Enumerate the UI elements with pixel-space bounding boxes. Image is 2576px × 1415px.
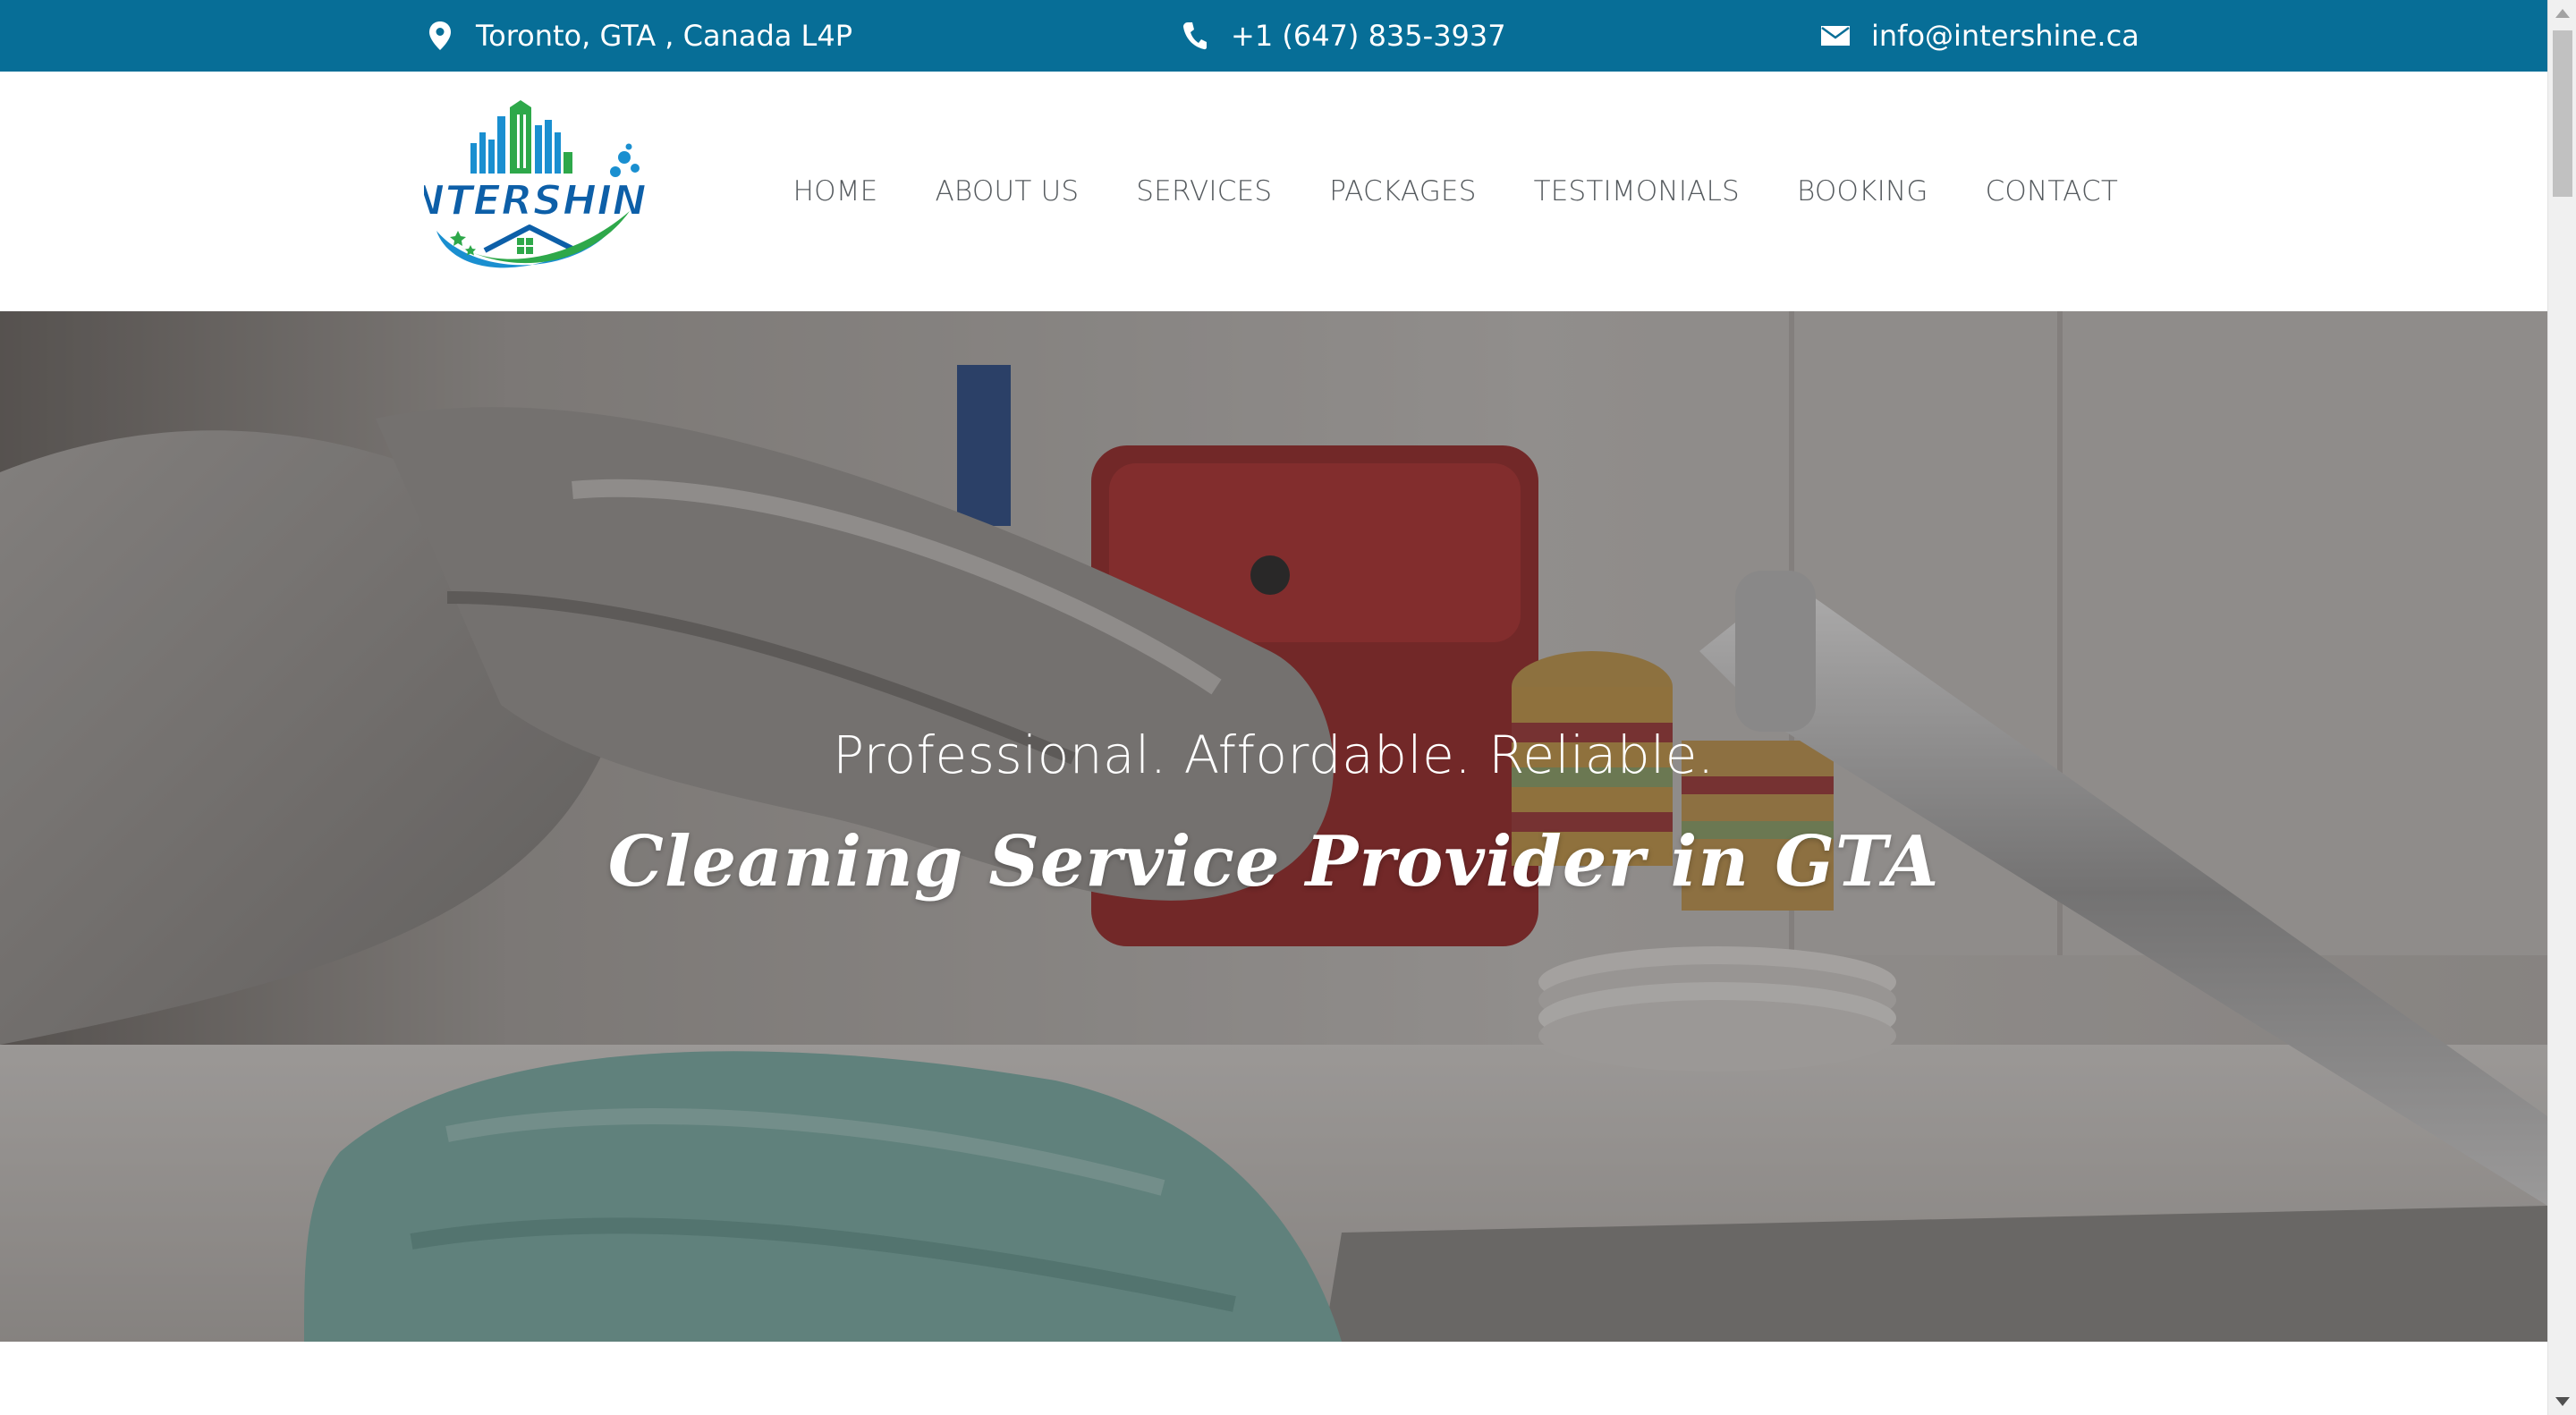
top-info-bar: Toronto, GTA , Canada L4P +1 (647) 835-3…: [0, 0, 2547, 72]
intershine-logo[interactable]: INTERSHINE: [394, 97, 675, 284]
location-info: Toronto, GTA , Canada L4P: [422, 0, 852, 72]
map-pin-icon: [422, 18, 458, 54]
nav-packages[interactable]: PACKAGES: [1329, 175, 1476, 208]
scroll-up-arrow-icon[interactable]: [2555, 9, 2570, 18]
page-scrollbar[interactable]: [2547, 0, 2576, 1415]
logo-wordmark: INTERSHINE: [424, 176, 646, 225]
phone-icon: [1177, 18, 1213, 54]
nav-testimonials[interactable]: TESTIMONIALS: [1534, 175, 1740, 208]
main-nav: HOME ABOUT US SERVICES PACKAGES TESTIMON…: [793, 72, 2118, 311]
content-section-top: [0, 1342, 2547, 1415]
envelope-icon: [1818, 18, 1853, 54]
nav-contact[interactable]: CONTACT: [1986, 175, 2118, 208]
phone-info[interactable]: +1 (647) 835-3937: [1177, 0, 1506, 72]
nav-about-us[interactable]: ABOUT US: [935, 175, 1079, 208]
scroll-thumb[interactable]: [2553, 30, 2572, 197]
email-address[interactable]: info@intershine.ca: [1871, 19, 2140, 53]
site-header: INTERSHINE HOME ABOUT US SERVICES PACKAG…: [0, 72, 2547, 311]
hero-tagline: Professional. Affordable. Reliable.: [833, 724, 1715, 785]
hero-heading: Cleaning Service Provider in GTA: [607, 821, 1940, 902]
email-info[interactable]: info@intershine.ca: [1818, 0, 2140, 72]
location-text: Toronto, GTA , Canada L4P: [476, 19, 853, 53]
nav-services[interactable]: SERVICES: [1136, 175, 1272, 208]
scroll-down-arrow-icon[interactable]: [2555, 1397, 2570, 1406]
page: Toronto, GTA , Canada L4P +1 (647) 835-3…: [0, 0, 2547, 1415]
nav-home[interactable]: HOME: [793, 175, 878, 208]
phone-number[interactable]: +1 (647) 835-3937: [1231, 19, 1506, 53]
hero-banner: Professional. Affordable. Reliable. Clea…: [0, 311, 2547, 1342]
nav-booking[interactable]: BOOKING: [1797, 175, 1928, 208]
